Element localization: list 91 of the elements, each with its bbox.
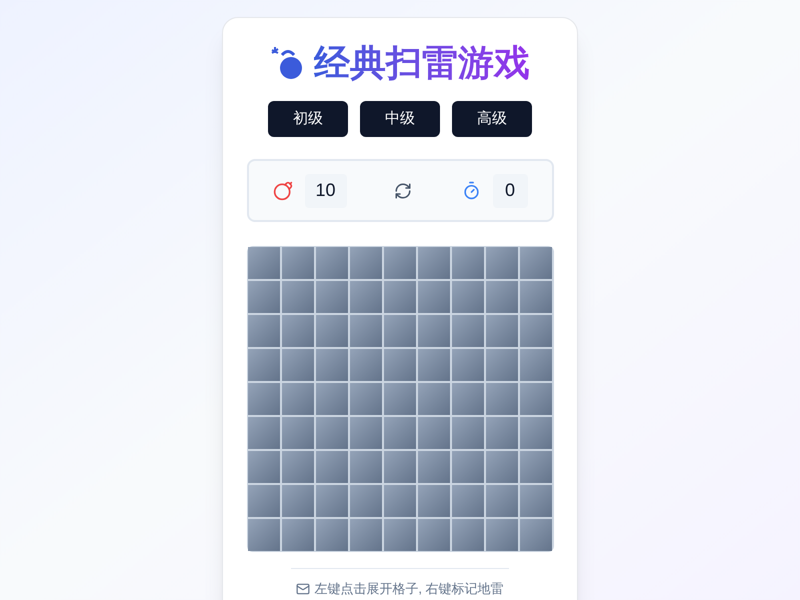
board-cell[interactable] <box>418 349 450 381</box>
board-cell[interactable] <box>418 247 450 279</box>
board-cell[interactable] <box>350 519 382 551</box>
board-cell[interactable] <box>282 383 314 415</box>
board-cell[interactable] <box>520 315 552 347</box>
bomb-icon <box>272 180 292 200</box>
mail-icon <box>296 582 310 596</box>
board-cell[interactable] <box>384 247 416 279</box>
board-cell[interactable] <box>452 519 484 551</box>
board-cell[interactable] <box>282 519 314 551</box>
board-cell[interactable] <box>520 383 552 415</box>
board-cell[interactable] <box>486 281 518 313</box>
board-cell[interactable] <box>350 383 382 415</box>
board-cell[interactable] <box>248 451 280 483</box>
board-cell[interactable] <box>282 485 314 517</box>
board-cell[interactable] <box>384 383 416 415</box>
board-cell[interactable] <box>418 281 450 313</box>
board-cell[interactable] <box>384 281 416 313</box>
board-cell[interactable] <box>452 417 484 449</box>
board-cell[interactable] <box>316 451 348 483</box>
difficulty-button[interactable]: 初级 <box>268 101 348 137</box>
board-cell[interactable] <box>486 247 518 279</box>
board-cell[interactable] <box>452 281 484 313</box>
board-cell[interactable] <box>418 417 450 449</box>
board-cell[interactable] <box>486 349 518 381</box>
board-cell[interactable] <box>384 417 416 449</box>
board-cell[interactable] <box>350 247 382 279</box>
difficulty-button[interactable]: 高级 <box>452 101 532 137</box>
board-cell[interactable] <box>282 451 314 483</box>
board-cell[interactable] <box>316 315 348 347</box>
board-cell[interactable] <box>486 485 518 517</box>
board-cell[interactable] <box>248 281 280 313</box>
board-cell[interactable] <box>520 519 552 551</box>
board-cell[interactable] <box>316 247 348 279</box>
board-cell[interactable] <box>384 315 416 347</box>
board-cell[interactable] <box>282 417 314 449</box>
hint-text: 左键点击展开格子, 右键标记地雷 <box>314 580 504 598</box>
board-cell[interactable] <box>350 349 382 381</box>
board-cell[interactable] <box>350 485 382 517</box>
board-cell[interactable] <box>486 315 518 347</box>
board-cell[interactable] <box>248 485 280 517</box>
board-cell[interactable] <box>418 519 450 551</box>
board-cell[interactable] <box>452 485 484 517</box>
board-cell[interactable] <box>452 349 484 381</box>
board-cell[interactable] <box>384 485 416 517</box>
difficulty-button[interactable]: 中级 <box>360 101 440 137</box>
board-cell[interactable] <box>418 485 450 517</box>
refresh-icon <box>394 182 412 200</box>
mine-counter: 10 <box>304 174 346 208</box>
board-cell[interactable] <box>248 349 280 381</box>
board-cell[interactable] <box>316 519 348 551</box>
board-cell[interactable] <box>452 247 484 279</box>
board-cell[interactable] <box>248 383 280 415</box>
board-cell[interactable] <box>350 451 382 483</box>
board-cell[interactable] <box>248 315 280 347</box>
board-cell[interactable] <box>316 281 348 313</box>
board-cell[interactable] <box>486 519 518 551</box>
board-cell[interactable] <box>350 281 382 313</box>
board-cell[interactable] <box>520 417 552 449</box>
board-cell[interactable] <box>486 383 518 415</box>
board-cell[interactable] <box>384 349 416 381</box>
board-cell[interactable] <box>282 315 314 347</box>
board-cell[interactable] <box>282 349 314 381</box>
timer-display: 0 <box>492 174 528 208</box>
board-cell[interactable] <box>316 417 348 449</box>
board-cell[interactable] <box>418 451 450 483</box>
board-cell[interactable] <box>350 417 382 449</box>
board-cell[interactable] <box>520 247 552 279</box>
stopwatch-icon <box>462 181 480 200</box>
board-cell[interactable] <box>316 485 348 517</box>
board-cell[interactable] <box>520 451 552 483</box>
board-cell[interactable] <box>520 485 552 517</box>
board-cell[interactable] <box>248 247 280 279</box>
board-cell[interactable] <box>486 417 518 449</box>
board-cell[interactable] <box>418 315 450 347</box>
board-cell[interactable] <box>282 281 314 313</box>
board-cell[interactable] <box>384 451 416 483</box>
board-cell[interactable] <box>350 315 382 347</box>
board-cell[interactable] <box>282 247 314 279</box>
board-cell[interactable] <box>452 451 484 483</box>
board-cell[interactable] <box>520 281 552 313</box>
board-cell[interactable] <box>452 383 484 415</box>
board-cell[interactable] <box>316 349 348 381</box>
board-cell[interactable] <box>452 315 484 347</box>
board-cell[interactable] <box>486 451 518 483</box>
board-cell[interactable] <box>384 519 416 551</box>
board-cell[interactable] <box>316 383 348 415</box>
board-cell[interactable] <box>248 519 280 551</box>
board-cell[interactable] <box>520 349 552 381</box>
board-cell[interactable] <box>248 417 280 449</box>
board-cell[interactable] <box>418 383 450 415</box>
